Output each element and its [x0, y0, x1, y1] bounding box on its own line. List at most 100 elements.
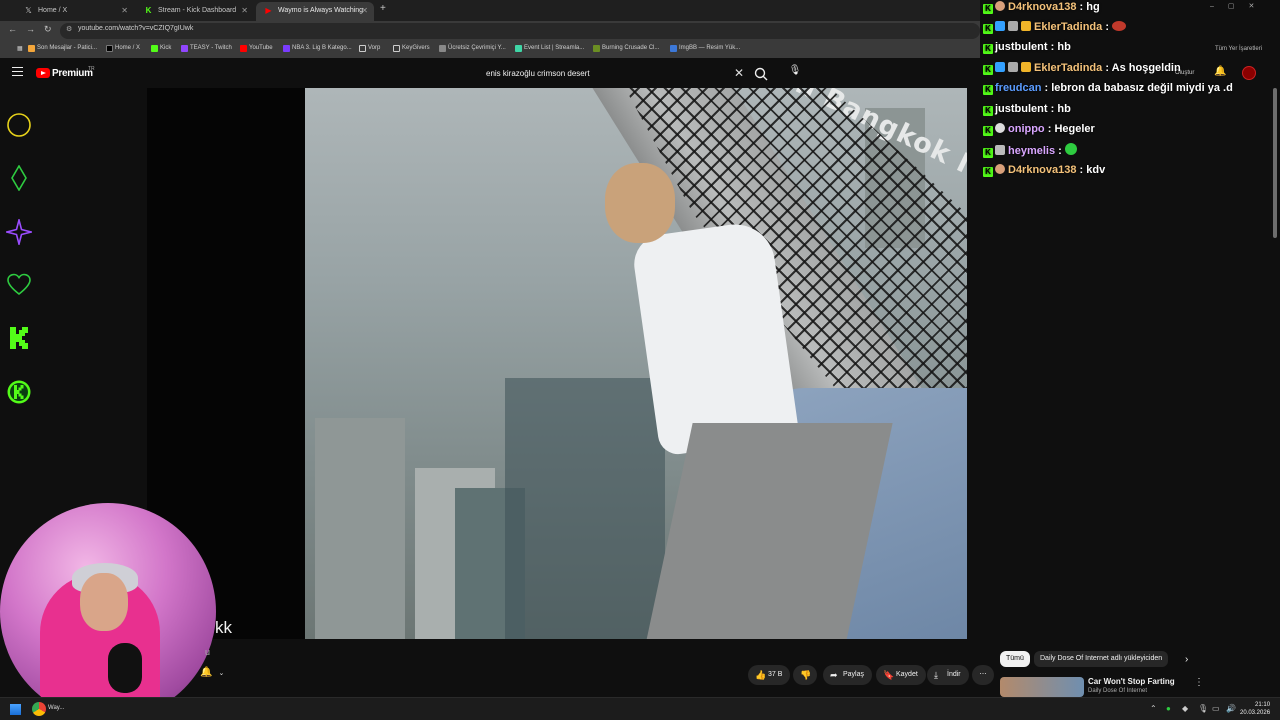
- chat-message: K D4rknova138 : hg: [980, 1, 1100, 19]
- badge-icon: [995, 62, 1005, 72]
- system-clock[interactable]: 21:10 20.03.2026: [1240, 701, 1270, 717]
- search-input[interactable]: enis kirazoğlu crimson desert ✕: [476, 63, 748, 85]
- stream-chat-overlay: K D4rknova138 : hg K EklerTadinda : Kjustb…: [980, 0, 1280, 190]
- chrome-icon[interactable]: [32, 702, 46, 716]
- site-info-icon[interactable]: ⚙: [66, 25, 72, 33]
- webcam-microphone: [108, 643, 142, 693]
- bookmark-item[interactable]: TEASY - Twitch: [181, 45, 232, 52]
- channel-name[interactable]: kk: [215, 618, 232, 638]
- webcam-person: [80, 573, 128, 631]
- recommendation-title[interactable]: Car Won't Stop Farting: [1088, 677, 1175, 686]
- subscribe-bell-button[interactable]: 🔔 ⌄: [200, 667, 224, 678]
- bookmark-icon: 🔖: [883, 670, 895, 680]
- address-bar[interactable]: ⚙ youtube.com/watch?v=vCZIQ7gIUwk: [60, 23, 980, 39]
- kick-badge-icon: K: [983, 148, 993, 158]
- dislike-button[interactable]: 👎: [793, 665, 817, 685]
- x-logo-icon: 𝕏: [25, 6, 32, 15]
- bookmark-item[interactable]: Burning Crusade Cl...: [593, 45, 659, 52]
- new-tab-button[interactable]: +: [380, 3, 386, 14]
- video-glass-tower: [505, 378, 665, 639]
- kick-logo-icon: [151, 45, 158, 52]
- youtube-premium-brand[interactable]: Premium: [52, 68, 93, 79]
- chevron-right-icon[interactable]: ›: [1185, 654, 1188, 665]
- chat-text: lebron da babasız değil miydi ya .d: [1051, 82, 1233, 94]
- thumbs-down-icon: 👎: [800, 670, 812, 680]
- kick-badge-icon: K: [983, 106, 993, 116]
- chat-message: Konippo : Hegeler: [980, 123, 1095, 141]
- bookmark-item[interactable]: Home / X: [106, 45, 140, 52]
- bookmark-item[interactable]: KeyGivers: [393, 45, 430, 52]
- more-actions-button[interactable]: ⋯: [972, 665, 994, 685]
- chat-text: hb: [1057, 103, 1071, 115]
- clock-date: 20.03.2026: [1240, 710, 1271, 716]
- share-label: Paylaş: [843, 671, 865, 678]
- thumbs-up-icon: 👍: [755, 670, 767, 680]
- forward-icon[interactable]: →: [26, 24, 35, 34]
- share-button[interactable]: ➦ Paylaş: [823, 665, 873, 685]
- microphone-icon[interactable]: 🎙: [1198, 704, 1208, 713]
- reload-icon[interactable]: ↻: [44, 24, 52, 35]
- close-icon[interactable]: ✕: [241, 2, 248, 19]
- close-icon[interactable]: ✕: [361, 2, 368, 19]
- like-button[interactable]: 👍 37 B: [748, 665, 791, 685]
- page-scrollbar[interactable]: [1273, 88, 1277, 238]
- bookmark-item[interactable]: Event List | Streamla...: [515, 45, 584, 52]
- bookmark-item[interactable]: YouTube: [240, 45, 273, 52]
- save-button[interactable]: 🔖 Kaydet: [876, 665, 926, 685]
- windows-start-icon[interactable]: [10, 704, 21, 715]
- chat-username: justbulent: [995, 103, 1048, 115]
- search-value: enis kirazoğlu crimson desert: [486, 69, 590, 78]
- bookmark-item[interactable]: NBA 3. Lig B Katego...: [283, 45, 352, 52]
- network-icon[interactable]: ▭: [1212, 704, 1220, 713]
- chevron-down-icon: ⌄: [218, 670, 225, 677]
- chip-channel[interactable]: Daily Dose Of Internet adlı yükleyiciden: [1034, 651, 1169, 667]
- tab-kick-dashboard[interactable]: K Stream - Kick Dashboard ✕: [136, 2, 254, 21]
- bookmark-item[interactable]: Son Mesajlar - Patici...: [28, 45, 97, 52]
- chat-message: Kjustbulent : hb: [980, 103, 1071, 121]
- bookmark-item[interactable]: ImgBB — Resim Yük...: [670, 45, 740, 52]
- close-icon[interactable]: ✕: [734, 66, 744, 80]
- chat-message: Kfreudcan : lebron da babasız değil miyd…: [980, 82, 1233, 100]
- bookmark-item[interactable]: Vorp: [359, 45, 380, 52]
- kick-badge-icon: K: [983, 167, 993, 177]
- kick-badge-icon: K: [983, 44, 993, 54]
- volume-icon[interactable]: 🔊: [1226, 704, 1236, 713]
- tab-label: Home / X: [38, 7, 68, 14]
- back-icon[interactable]: ←: [8, 24, 17, 34]
- chat-username: D4rknova138: [1008, 1, 1077, 13]
- badge-icon: [1008, 21, 1018, 31]
- tab-home-x[interactable]: 𝕏 Home / X ✕: [16, 2, 134, 21]
- chat-message: Kjustbulent : hb: [980, 41, 1071, 59]
- chip-all[interactable]: Tümü: [1000, 651, 1030, 667]
- kick-badge-icon: K: [983, 24, 993, 34]
- bookmark-item[interactable]: Kick: [151, 45, 171, 52]
- share-icon: ➦: [830, 670, 838, 680]
- more-vertical-icon[interactable]: ⋮: [1194, 677, 1204, 688]
- bookmark-favicon-icon: [515, 45, 522, 52]
- recommendation-channel[interactable]: Daily Dose Of Internet: [1088, 688, 1147, 694]
- heart-overlay-icon: [7, 273, 31, 296]
- menu-icon[interactable]: [12, 67, 23, 76]
- download-button[interactable]: ⤓ İndir: [927, 665, 969, 685]
- youtube-header: Premium TR enis kirazoğlu crimson desert…: [0, 58, 980, 90]
- chevron-up-icon[interactable]: ⌃: [1150, 704, 1157, 713]
- bookmark-item[interactable]: Ücretsiz Çevrimiçi Y...: [439, 45, 506, 52]
- video-person: [605, 163, 675, 243]
- taskbar-app-label[interactable]: Way...: [48, 705, 64, 711]
- webcam-overlay: [0, 503, 216, 720]
- microphone-icon[interactable]: 🎙: [788, 65, 802, 83]
- kick-logo-icon: [10, 327, 28, 349]
- bookmark-favicon-icon: [593, 45, 600, 52]
- apps-grid-icon[interactable]: ▦: [8, 45, 23, 52]
- recommendation-thumbnail[interactable]: [1000, 677, 1084, 697]
- chat-text: hg: [1086, 1, 1100, 13]
- tray-app-icon[interactable]: ◆: [1182, 704, 1188, 713]
- tray-app-icon[interactable]: ●: [1166, 704, 1171, 713]
- close-icon[interactable]: ✕: [121, 2, 128, 19]
- search-button[interactable]: [752, 65, 770, 83]
- youtube-icon: ▶: [265, 6, 272, 15]
- tab-youtube-active[interactable]: ▶ Waymo is Always Watching ✕: [256, 2, 374, 21]
- youtube-logo-icon[interactable]: [36, 68, 50, 78]
- diamond-overlay-icon: [11, 165, 27, 191]
- video-player[interactable]: Mahanakhon Bangkok I-TILT: [305, 88, 967, 639]
